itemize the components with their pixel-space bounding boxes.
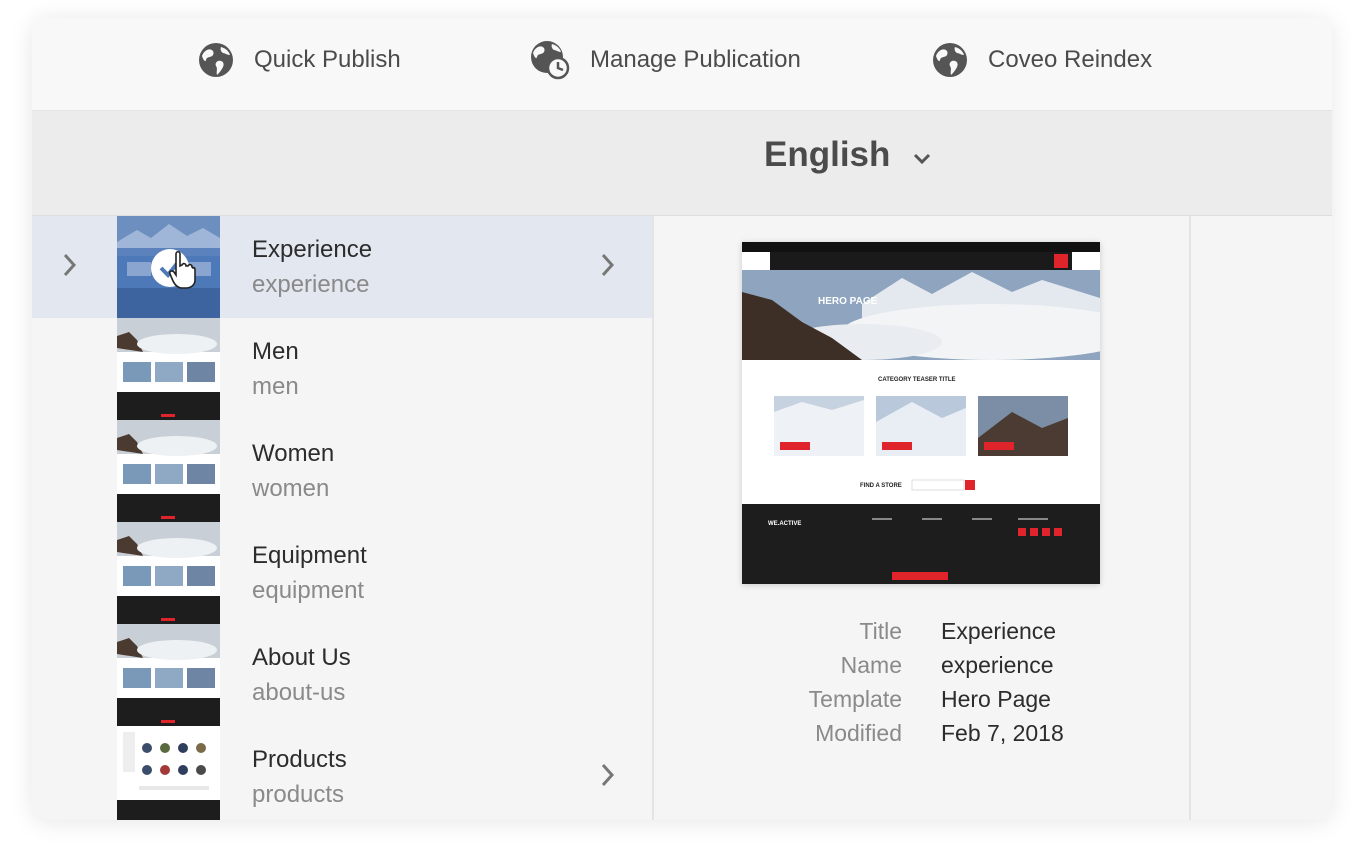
property-row-name: Name experience (654, 652, 1189, 686)
list-item-men[interactable]: Men men (32, 318, 652, 420)
chevron-right-icon[interactable] (62, 252, 78, 283)
language-selector[interactable]: English (764, 135, 932, 175)
list-item-products[interactable]: Products products (32, 726, 652, 820)
page-details-column: HERO PAGE CATEGORY TEASER TITLE FIND A S… (654, 216, 1189, 820)
list-item-women[interactable]: Women women (32, 420, 652, 522)
chevron-down-icon (912, 135, 932, 175)
page-name: men (252, 373, 299, 400)
quick-publish-label: Quick Publish (254, 46, 401, 73)
manage-publication-label: Manage Publication (590, 46, 801, 73)
quick-publish-button[interactable]: Quick Publish (198, 38, 401, 82)
globe-icon (198, 42, 234, 78)
page-thumbnail (117, 522, 220, 624)
app-window: Quick Publish Manage Publication Coveo R… (32, 18, 1332, 820)
property-label: Modified (815, 720, 902, 746)
chevron-right-icon[interactable] (600, 252, 616, 283)
empty-column (1191, 216, 1332, 820)
page-title: Equipment (252, 542, 367, 569)
page-thumbnail (117, 624, 220, 726)
language-label: English (764, 135, 891, 174)
page-name: women (252, 475, 330, 502)
list-item-equipment[interactable]: Equipment equipment (32, 522, 652, 624)
hero-text: HERO PAGE (818, 296, 878, 307)
property-label: Name (840, 652, 902, 678)
category-title: CATEGORY TEASER TITLE (878, 377, 956, 383)
page-title: About Us (252, 644, 351, 671)
language-bar: English (32, 111, 1332, 216)
page-thumbnail (117, 420, 220, 522)
property-value: Experience (941, 618, 1057, 644)
manage-publication-button[interactable]: Manage Publication (530, 38, 801, 82)
coveo-reindex-label: Coveo Reindex (988, 46, 1153, 73)
list-item-experience[interactable]: Experience experience (32, 216, 652, 318)
footer-logo: WE.ACTIVE (768, 521, 801, 527)
hand-cursor-icon (168, 250, 196, 295)
property-row-modified: Modified Feb 7, 2018 (654, 720, 1189, 754)
property-value: Feb 7, 2018 (941, 720, 1064, 746)
page-name: equipment (252, 577, 365, 604)
page-list-column: Experience experience Men men Women wome… (32, 216, 652, 820)
property-label: Template (808, 686, 902, 712)
page-title: Products (252, 746, 347, 773)
page-name: about-us (252, 679, 346, 706)
page-name: experience (252, 271, 370, 298)
property-label: Title (859, 618, 902, 644)
coveo-reindex-button[interactable]: Coveo Reindex (932, 38, 1152, 82)
globe-clock-icon (530, 40, 570, 80)
page-title: Experience (252, 236, 373, 263)
property-value: experience (941, 652, 1054, 678)
page-thumbnail (117, 318, 220, 420)
page-preview: HERO PAGE CATEGORY TEASER TITLE FIND A S… (742, 242, 1100, 584)
property-value: Hero Page (941, 686, 1051, 712)
property-row-title: Title Experience (654, 618, 1189, 652)
list-item-about-us[interactable]: About Us about-us (32, 624, 652, 726)
property-row-template: Template Hero Page (654, 686, 1189, 720)
page-name: products (252, 781, 345, 808)
globe-icon (932, 42, 968, 78)
page-thumbnail (117, 726, 220, 820)
find-store-text: FIND A STORE (860, 483, 902, 489)
action-toolbar: Quick Publish Manage Publication Coveo R… (32, 18, 1332, 111)
page-title: Women (252, 440, 335, 467)
chevron-right-icon[interactable] (600, 762, 616, 793)
page-title: Men (252, 338, 299, 365)
